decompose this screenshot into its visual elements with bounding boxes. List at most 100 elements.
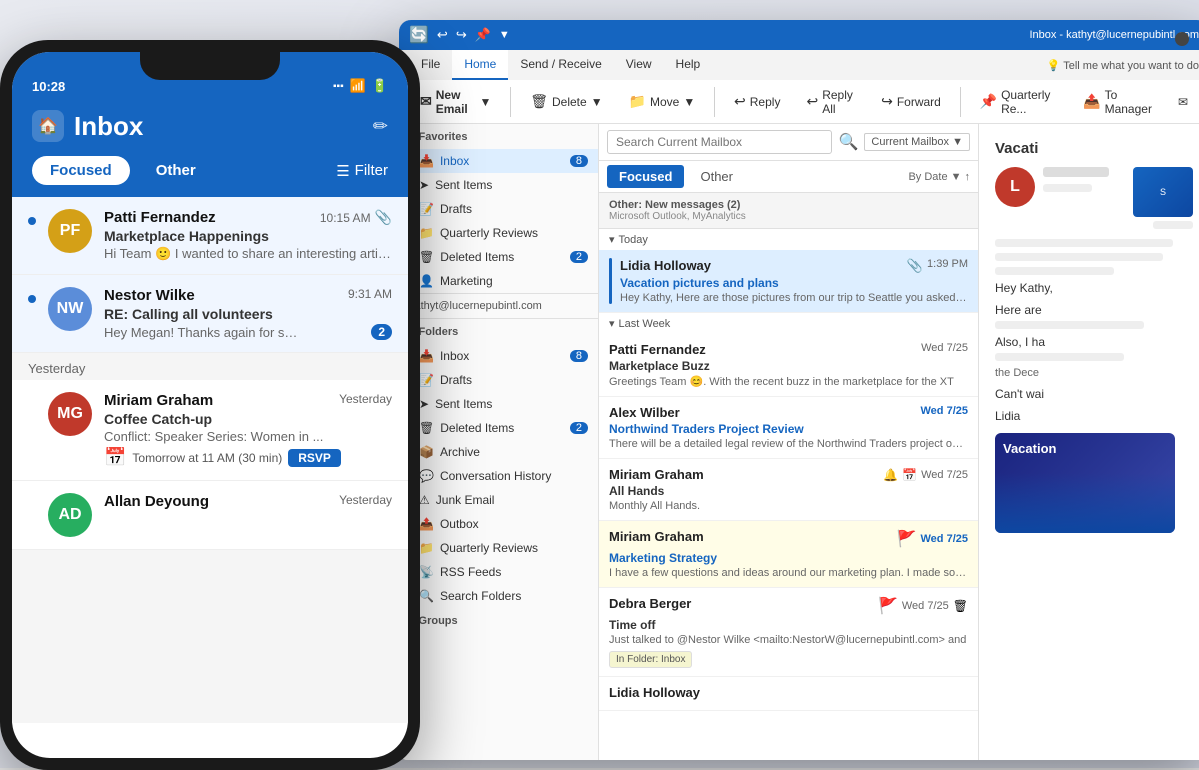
new-email-button[interactable]: ✉ New Email ▼ <box>409 83 502 121</box>
phone-email-miriam[interactable]: MG Miriam Graham Yesterday Coffee Catch-… <box>12 380 408 481</box>
tab-send-receive[interactable]: Send / Receive <box>508 50 613 80</box>
folder-drafts[interactable]: 📝 Drafts <box>399 197 598 221</box>
dropdown-arrow[interactable]: ▼ <box>499 29 510 41</box>
pin-icon[interactable]: 📌 <box>475 27 491 43</box>
flag-icon-debra: 🚩 <box>878 596 898 616</box>
reading-body-cant: Can't wai <box>995 387 1193 401</box>
email-content-nestor-phone: Nestor Wilke 9:31 AM RE: Calling all vol… <box>104 287 392 340</box>
delete-button[interactable]: 🗑 Delete ▼ <box>519 88 613 115</box>
home-icon: 🏠 <box>32 110 64 142</box>
filter-icon: ☰ <box>336 162 349 180</box>
move-button[interactable]: 📁 Move ▼ <box>618 88 707 115</box>
email-row-debra[interactable]: Debra Berger 🚩 Wed 7/25 🗑 Time off Just … <box>599 588 978 677</box>
avatar-allan: AD <box>48 493 92 537</box>
status-time: 10:28 <box>32 79 333 94</box>
favorites-header[interactable]: ▾ Favorites <box>399 124 598 149</box>
unread-indicator-nestor <box>28 295 36 303</box>
unread-indicator <box>28 217 36 225</box>
phone-email-allan[interactable]: AD Allan Deyoung Yesterday <box>12 481 408 550</box>
folder-marketing[interactable]: 👤 Marketing <box>399 269 598 293</box>
subfolder-outbox[interactable]: 📤 Outbox <box>399 512 598 536</box>
reading-body-fill2 <box>995 353 1124 361</box>
tab-view[interactable]: View <box>614 50 664 80</box>
subfolder-junk[interactable]: ⚠ Junk Email <box>399 488 598 512</box>
email-row-patti[interactable]: Patti Fernandez Wed 7/25 Marketplace Buz… <box>599 334 978 397</box>
subfolder-inbox-badge: 8 <box>570 350 588 362</box>
sort-control[interactable]: By Date ▼ ↑ <box>908 171 970 183</box>
sort-direction-icon: ↑ <box>965 171 971 183</box>
tell-me-search[interactable]: 💡 Tell me what you want to do <box>1047 59 1199 72</box>
redo-icon[interactable]: ↪ <box>456 27 467 43</box>
reading-body-fill1 <box>995 321 1144 329</box>
reading-meta-1 <box>1153 221 1193 229</box>
reply-all-button[interactable]: ↩ Reply All <box>795 83 866 121</box>
tab-focused[interactable]: Focused <box>607 165 684 188</box>
email-row-miriam-allhands[interactable]: Miriam Graham 🔔 📅 Wed 7/25 All Hands Mon… <box>599 459 978 521</box>
tab-home[interactable]: Home <box>452 50 508 80</box>
subfolder-quarterly[interactable]: 📁 Quarterly Reviews <box>399 536 598 560</box>
subfolder-drafts[interactable]: 📝 Drafts <box>399 368 598 392</box>
other-messages-bar[interactable]: Other: New messages (2) Microsoft Outloo… <box>599 193 978 229</box>
groups-header[interactable]: ▸ Groups <box>399 608 598 633</box>
reply-all-icon: ↩ <box>806 93 818 110</box>
ribbon-buttons: ✉ New Email ▼ 🗑 Delete ▼ 📁 Move ▼ ↩ Repl… <box>399 80 1199 124</box>
quarterly-icon: 📌 <box>980 93 997 110</box>
forward-button[interactable]: ↪ Forward <box>870 88 952 115</box>
phone-email-nestor[interactable]: NW Nestor Wilke 9:31 AM RE: Calling all … <box>12 275 408 353</box>
subfolder-rss[interactable]: 📡 RSS Feeds <box>399 560 598 584</box>
more-button[interactable]: ✉ <box>1167 90 1199 114</box>
quarterly-button[interactable]: 📌 Quarterly Re... <box>969 83 1069 121</box>
edit-icon[interactable]: ✏ <box>373 116 388 137</box>
attachment-icon: 📎 <box>907 258 923 274</box>
status-icons: ▪▪▪ 📶 🔋 <box>333 78 388 94</box>
folder-sent[interactable]: ➤ Sent Items <box>399 173 598 197</box>
folder-deleted[interactable]: 🗑 Deleted Items 2 <box>399 245 598 269</box>
reply-button[interactable]: ↩ Reply <box>723 88 791 115</box>
email-row-lidia-today[interactable]: Lidia Holloway 📎 1:39 PM Vacation pictur… <box>599 250 978 313</box>
tablet-camera <box>1175 32 1189 46</box>
subfolder-deleted[interactable]: 🗑 Deleted Items 2 <box>399 416 598 440</box>
phone-tab-other[interactable]: Other <box>138 156 214 185</box>
reading-avatar: L <box>995 167 1035 207</box>
email-content-miriam-phone: Miriam Graham Yesterday Coffee Catch-up … <box>104 392 392 468</box>
search-input[interactable] <box>607 130 832 154</box>
phone-notch <box>140 52 280 80</box>
email-row-alex[interactable]: Alex Wilber Wed 7/25 Northwind Traders P… <box>599 397 978 459</box>
phone-email-patti[interactable]: PF Patti Fernandez 10:15 AM 📎 Marketplac… <box>12 197 408 275</box>
undo-icon[interactable]: ↩ <box>437 27 448 43</box>
subfolder-archive[interactable]: 📦 Archive <box>399 440 598 464</box>
folder-inbox[interactable]: 📥 Inbox 8 <box>399 149 598 173</box>
phone-tab-focused[interactable]: Focused <box>32 156 130 185</box>
subfolder-search[interactable]: 🔍 Search Folders <box>399 584 598 608</box>
phone-filter[interactable]: ☰ Filter <box>336 162 388 180</box>
drafts-icon: 📝 <box>419 202 434 216</box>
deleted-icon: 🗑 <box>419 250 434 264</box>
search-icon[interactable]: 🔍 <box>838 132 858 152</box>
quarterly-folder-icon: 📁 <box>419 226 434 240</box>
email-row-miriam-marketing[interactable]: Miriam Graham 🚩 Wed 7/25 Marketing Strat… <box>599 521 978 588</box>
reading-date-placeholder <box>1043 184 1092 192</box>
email-row-lidia-bottom[interactable]: Lidia Holloway <box>599 677 978 711</box>
subfolder-sent[interactable]: ➤ Sent Items <box>399 392 598 416</box>
rsvp-button[interactable]: RSVP <box>288 449 341 467</box>
email-content-miriam-mkt: Miriam Graham 🚩 Wed 7/25 Marketing Strat… <box>609 529 968 579</box>
inbox-icon: 📥 <box>419 154 434 168</box>
subfolder-deleted-icon: 🗑 <box>419 421 434 435</box>
outlook-app: 🔄 ↩ ↪ 📌 ▼ Inbox - kathyt@lucernepubintl.… <box>399 20 1199 760</box>
mailbox-dropdown[interactable]: Current Mailbox ▼ <box>864 133 970 151</box>
today-section: ▾ Today <box>599 229 978 250</box>
tab-help[interactable]: Help <box>664 50 713 80</box>
subfolder-conversation[interactable]: 💬 Conversation History <box>399 464 598 488</box>
new-email-icon: ✉ <box>420 93 432 110</box>
delete-email-icon[interactable]: 🗑 <box>953 599 968 613</box>
tab-other[interactable]: Other <box>688 165 745 188</box>
subfolder-inbox[interactable]: 📥 Inbox 8 <box>399 344 598 368</box>
badge-nestor: 2 <box>371 324 392 340</box>
city-skyline <box>995 473 1175 533</box>
folder-quarterly[interactable]: 📁 Quarterly Reviews <box>399 221 598 245</box>
to-manager-button[interactable]: 📤 To Manager <box>1072 83 1163 121</box>
reading-title: Vacati <box>995 140 1193 157</box>
delete-icon: 🗑 <box>530 93 548 110</box>
calendar-email-icon: 📅 <box>902 468 917 482</box>
folders-header[interactable]: ▾ Folders <box>399 319 598 344</box>
